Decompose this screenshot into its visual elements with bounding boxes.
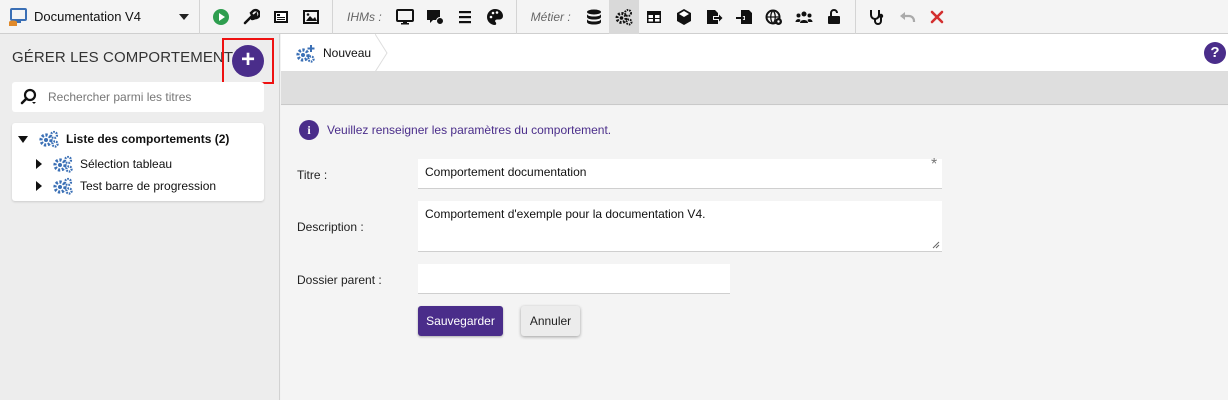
stethoscope-icon	[869, 9, 883, 25]
undo-button[interactable]	[892, 0, 922, 34]
title-field[interactable]: Comportement documentation	[418, 159, 942, 189]
top-toolbar: Documentation V4 IHMs : Métier:	[0, 0, 1228, 34]
toolbar-ihm-group: IHMs :	[333, 0, 517, 34]
required-mark: *	[931, 156, 938, 173]
metier-tables-button[interactable]	[639, 0, 669, 34]
description-text: Comportement d'exemple pour la documenta…	[425, 207, 706, 221]
documentation-button[interactable]	[266, 0, 296, 34]
ihms-label: IHMs :	[347, 9, 382, 24]
gears-icon	[53, 155, 73, 173]
gears-icon	[39, 130, 59, 148]
tree-root[interactable]: Liste des comportements (2)	[18, 129, 229, 149]
gears-add-icon	[296, 45, 315, 63]
gears-icon	[615, 8, 633, 25]
gears-icon	[53, 177, 73, 195]
database-icon	[586, 9, 601, 24]
tree-item-label: Test barre de progression	[80, 179, 217, 193]
project-monitor-icon	[9, 7, 27, 26]
tree-item[interactable]: Test barre de progression	[36, 176, 216, 196]
metier-label: Métier :	[530, 9, 571, 24]
parent-folder-label: Dossier parent :	[297, 273, 382, 287]
chevron-down-icon[interactable]	[179, 13, 189, 20]
ihm-themes-button[interactable]	[480, 0, 510, 34]
info-icon: i	[299, 120, 319, 140]
import-icon	[735, 9, 752, 24]
close-button[interactable]	[922, 0, 952, 34]
palette-icon	[486, 8, 503, 25]
info-text: Veuillez renseigner les paramètres du co…	[327, 123, 612, 137]
project-name: Documentation V4	[34, 9, 141, 24]
search-input[interactable]	[48, 90, 264, 104]
tab-label: Nouveau	[323, 46, 372, 60]
title-label: Titre :	[297, 168, 328, 182]
help-button[interactable]: ?	[1204, 42, 1226, 64]
cube-icon	[676, 8, 691, 25]
globe-settings-icon	[765, 9, 782, 25]
tree-root-label: Liste des comportements (2)	[66, 132, 230, 146]
toolbar-metier-group: Métier :	[517, 0, 856, 34]
metier-users-button[interactable]	[789, 0, 819, 34]
ihm-screens-button[interactable]	[390, 0, 420, 34]
ihm-alerts-button[interactable]	[420, 0, 450, 34]
metier-services-button[interactable]	[759, 0, 789, 34]
cancel-button[interactable]: Annuler	[521, 306, 580, 336]
toolbar-general-group	[200, 0, 333, 34]
monitor-icon	[395, 8, 414, 24]
expand-toggle-icon[interactable]	[18, 135, 28, 143]
tab-separator-arrow	[375, 34, 388, 72]
metier-data-button[interactable]	[579, 0, 609, 34]
parent-folder-field[interactable]	[418, 264, 730, 294]
behavior-form: i Veuillez renseigner les paramètres du …	[281, 106, 1228, 400]
diagnostics-button[interactable]	[862, 0, 892, 34]
behaviors-tree: Liste des comportements (2) Sélection ta…	[12, 123, 264, 201]
info-message: i Veuillez renseigner les paramètres du …	[299, 120, 611, 140]
toolbar-end-group	[856, 0, 958, 34]
tab-nouveau[interactable]: Nouveau	[281, 34, 381, 72]
resize-handle-icon[interactable]	[932, 241, 940, 249]
metier-behaviors-button[interactable]	[608, 0, 639, 34]
collapse-toggle-icon[interactable]	[36, 181, 42, 191]
wrench-icon	[243, 8, 260, 24]
search-icon	[20, 88, 37, 105]
collapse-toggle-icon[interactable]	[36, 159, 42, 169]
description-field[interactable]: Comportement d'exemple pour la documenta…	[418, 201, 942, 252]
add-behavior-button[interactable]: +	[232, 45, 264, 77]
tab-toolbar-strip	[281, 72, 1228, 105]
metier-objects-button[interactable]	[669, 0, 699, 34]
image-icon	[303, 9, 319, 24]
users-icon	[795, 11, 813, 23]
metier-import-button[interactable]	[729, 0, 759, 34]
project-selector[interactable]: Documentation V4	[0, 0, 200, 34]
play-icon	[213, 8, 229, 25]
undo-icon	[899, 11, 915, 22]
close-icon	[930, 10, 943, 23]
ihm-lists-button[interactable]	[450, 0, 480, 34]
book-icon	[274, 10, 288, 23]
search-box	[12, 82, 264, 112]
save-button[interactable]: Sauvegarder	[418, 306, 503, 336]
tree-item[interactable]: Sélection tableau	[36, 154, 172, 174]
settings-wrench-button[interactable]	[236, 0, 266, 34]
sidebar-title: GÉRER LES COMPORTEMENTS	[12, 49, 244, 66]
table-icon	[646, 10, 661, 23]
unlock-icon	[827, 8, 840, 24]
metier-export-button[interactable]	[699, 0, 729, 34]
behaviors-sidebar: GÉRER LES COMPORTEMENTS + Liste des comp…	[0, 34, 280, 400]
metier-permissions-button[interactable]	[819, 0, 849, 34]
list-icon	[458, 10, 471, 23]
add-button-highlight: +	[222, 38, 274, 84]
play-button[interactable]	[206, 0, 236, 34]
images-button[interactable]	[296, 0, 326, 34]
tab-bar: Nouveau ?	[281, 34, 1228, 72]
export-icon	[706, 9, 723, 24]
screen-alert-icon	[426, 9, 444, 25]
description-label: Description :	[297, 220, 364, 234]
tree-item-label: Sélection tableau	[80, 157, 173, 171]
